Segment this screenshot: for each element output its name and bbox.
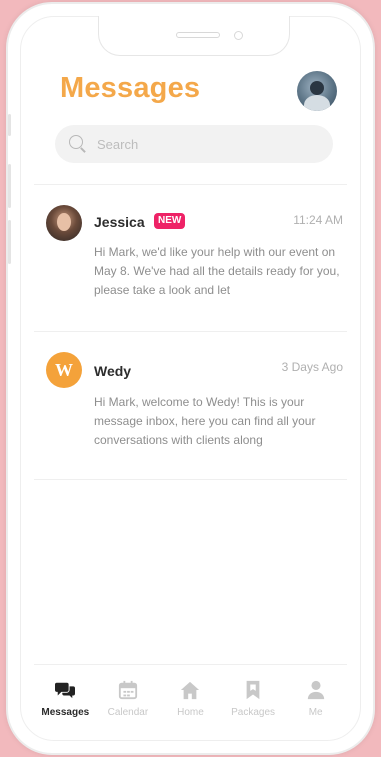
search-input[interactable]: [97, 136, 297, 152]
avatar-body: [304, 95, 330, 111]
message-preview: Hi Mark, we'd like your help with our ev…: [94, 245, 340, 297]
new-badge: NEW: [154, 213, 186, 229]
sender-name: Jessica: [94, 214, 145, 230]
avatar: [46, 205, 82, 241]
sender-name: Wedy: [94, 363, 132, 379]
message-item[interactable]: Jessica NEW 11:24 AM Hi Mark, we'd like …: [34, 185, 347, 331]
tab-label: Calendar: [107, 707, 149, 718]
message-preview: Hi Mark, welcome to Wedy! This is your m…: [94, 395, 316, 447]
search-bar[interactable]: [55, 125, 333, 163]
tab-packages[interactable]: Packages: [222, 666, 285, 728]
tab-home[interactable]: Home: [159, 666, 222, 728]
tabbar-divider: [34, 664, 347, 665]
tab-label: Messages: [41, 707, 90, 718]
wedy-logo-icon: W: [46, 352, 82, 388]
side-button: [8, 164, 11, 208]
message-item[interactable]: W Wedy 3 Days Ago Hi Mark, welcome to We…: [34, 332, 347, 478]
chat-icon: [55, 682, 76, 699]
avatar-head: [310, 81, 324, 95]
search-icon: [69, 135, 87, 153]
speaker: [176, 32, 220, 38]
page-title: Messages: [60, 72, 201, 104]
tab-label: Packages: [231, 707, 276, 718]
side-button: [8, 114, 11, 136]
side-button: [8, 220, 11, 264]
divider: [34, 479, 347, 480]
tab-label: Home: [177, 707, 204, 718]
camera: [234, 31, 243, 40]
calendar-icon: [118, 680, 137, 700]
avatar-face: [57, 213, 71, 231]
message-time: 3 Days Ago: [281, 360, 343, 374]
phone-frame: Messages Jessica NEW 11:24 AM Hi Mark, w…: [6, 2, 375, 755]
person-icon: [307, 680, 324, 700]
tab-messages[interactable]: Messages: [34, 666, 97, 728]
tab-label: Me: [308, 707, 323, 718]
tab-calendar[interactable]: Calendar: [97, 666, 160, 728]
bookmark-icon: [246, 680, 260, 700]
message-time: 11:24 AM: [293, 213, 343, 227]
tab-me[interactable]: Me: [284, 666, 347, 728]
home-icon: [181, 681, 200, 700]
profile-avatar[interactable]: [297, 71, 337, 111]
tab-bar: Messages Calendar Home Packages Me: [34, 666, 347, 728]
